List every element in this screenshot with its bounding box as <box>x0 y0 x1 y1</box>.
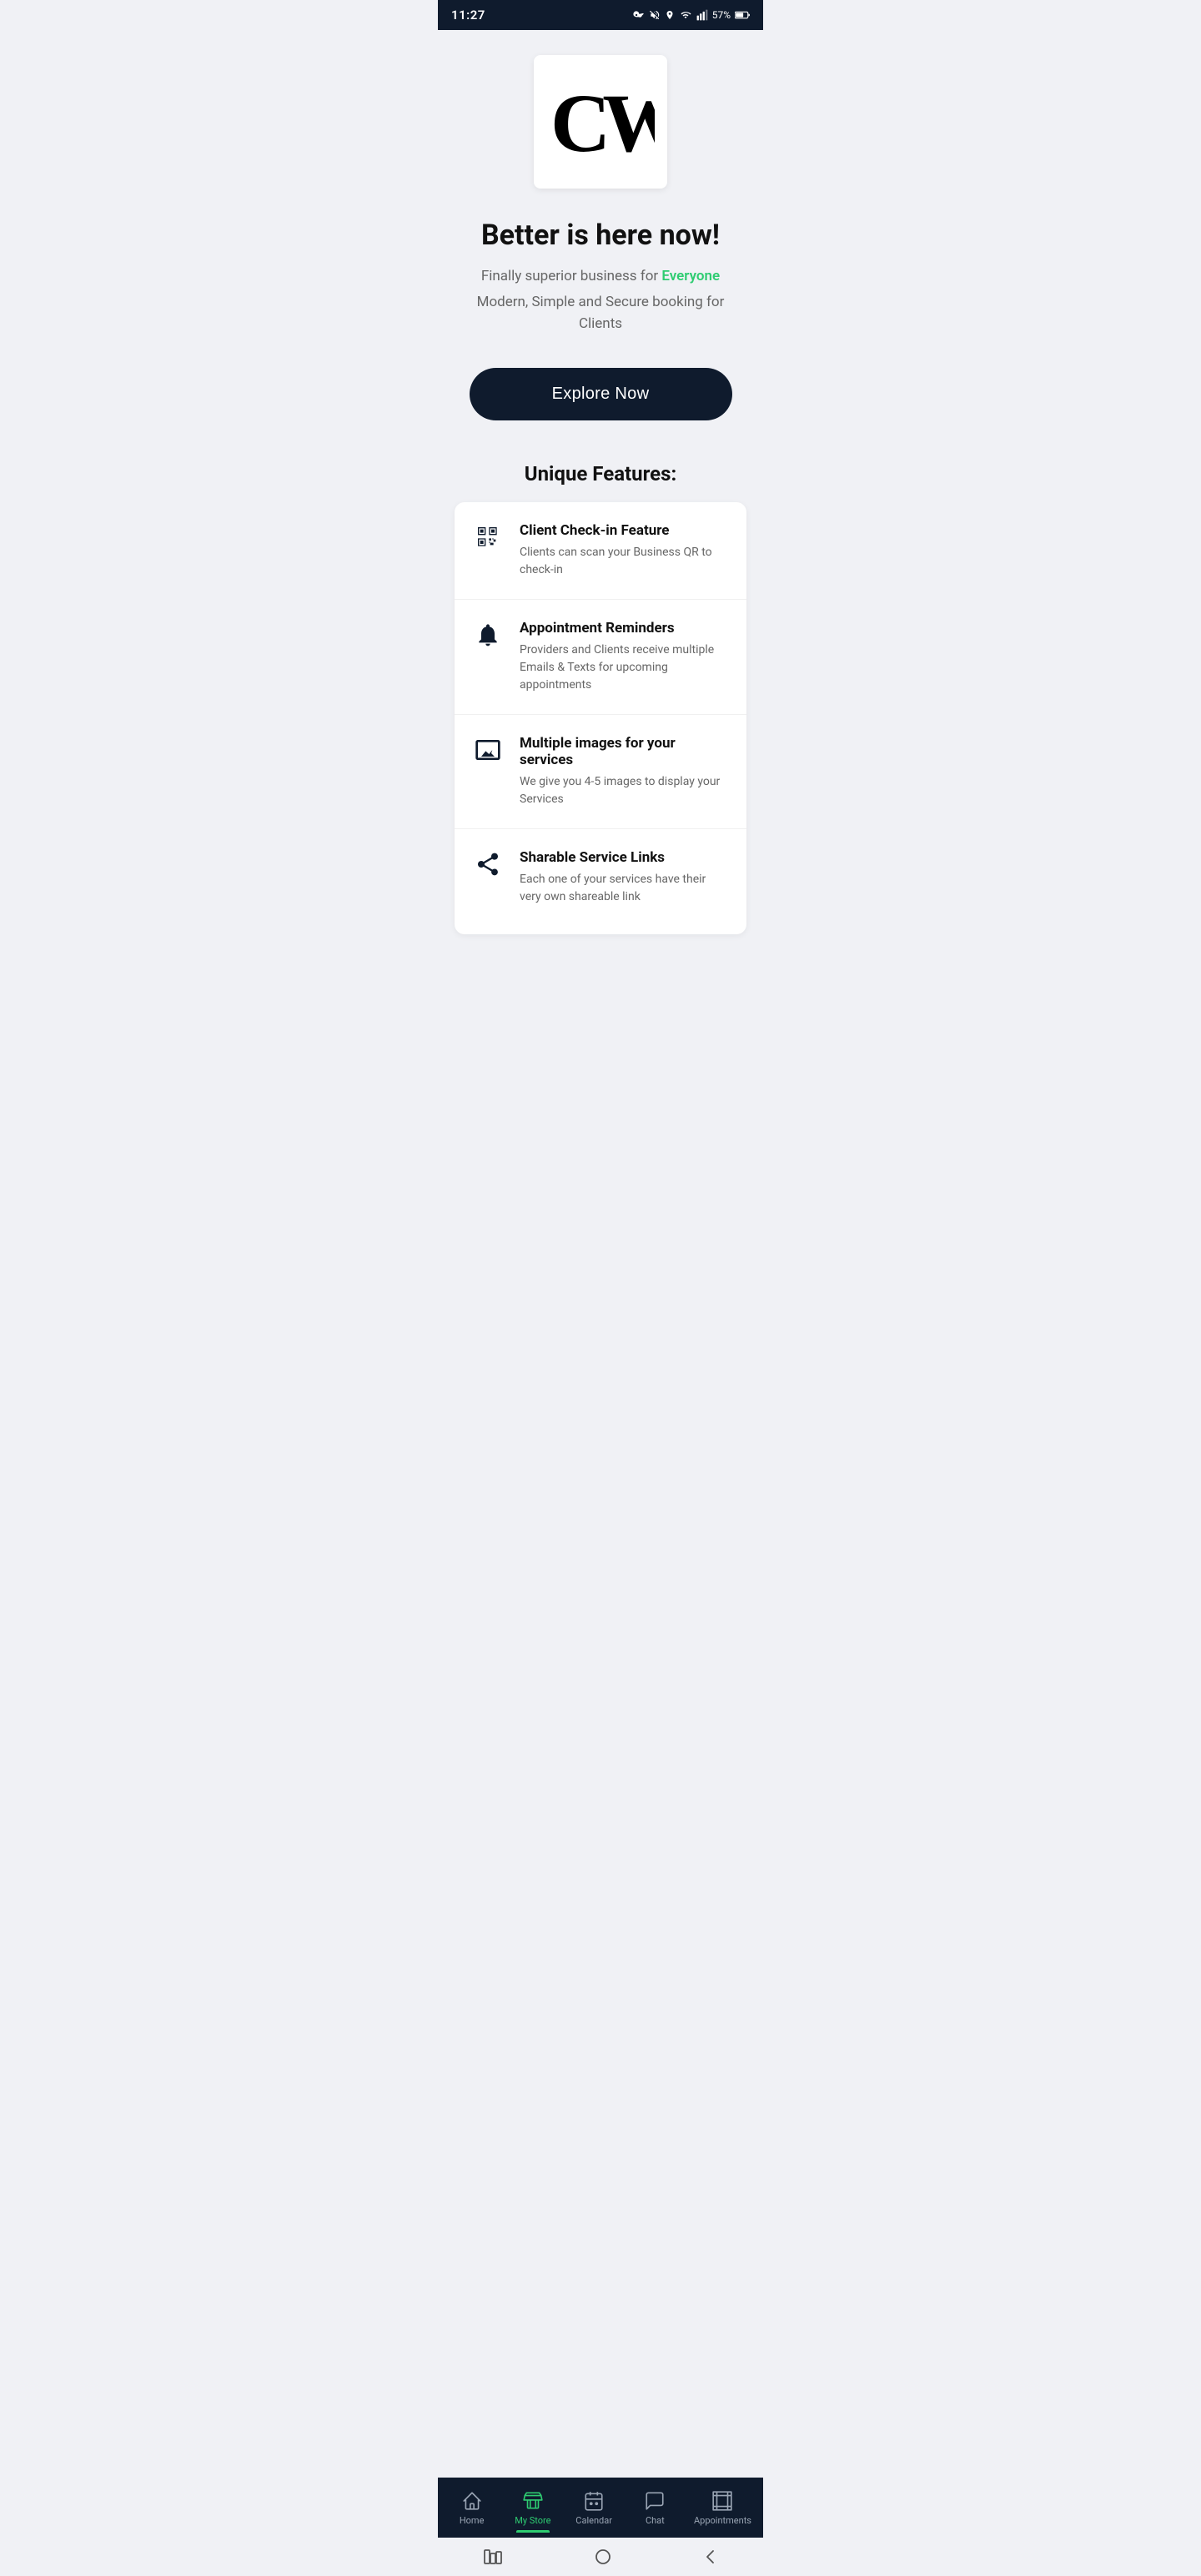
feature-images: Multiple images for your services We giv… <box>455 715 746 829</box>
explore-now-button[interactable]: Explore Now <box>470 368 732 420</box>
feature-links-text: Sharable Service Links Each one of your … <box>520 849 730 906</box>
image-icon <box>471 737 505 763</box>
battery-text: 57% <box>712 9 731 21</box>
home-button[interactable] <box>594 2548 612 2566</box>
back-arrow-icon <box>704 2548 717 2566</box>
status-icons: 57% <box>633 9 750 21</box>
main-content: CW Better is here now! Finally superior … <box>438 30 763 2478</box>
back-button[interactable] <box>704 2548 717 2566</box>
hero-subtitle: Finally superior business for Everyone <box>481 266 720 288</box>
nav-label-home: Home <box>460 2515 485 2526</box>
chat-icon <box>644 2490 666 2512</box>
key-icon <box>633 9 645 21</box>
status-time: 11:27 <box>451 8 485 23</box>
feature-links: Sharable Service Links Each one of your … <box>455 829 746 926</box>
home-icon <box>461 2490 483 2512</box>
nav-item-appointments[interactable]: Appointments <box>686 2483 760 2533</box>
home-gesture-icon <box>594 2548 612 2566</box>
nav-item-home[interactable]: Home <box>441 2483 502 2533</box>
wifi-icon <box>679 10 692 20</box>
signal-icon <box>696 9 708 21</box>
nav-label-appointments: Appointments <box>694 2515 751 2526</box>
share-icon <box>471 851 505 878</box>
nav-item-calendar[interactable]: Calendar <box>564 2483 625 2533</box>
nav-label-my-store: My Store <box>515 2515 550 2526</box>
hero-title: Better is here now! <box>481 219 720 253</box>
nav-item-my-store[interactable]: My Store <box>502 2483 563 2533</box>
features-title: Unique Features: <box>525 462 676 486</box>
hero-subtitle2: Modern, Simple and Secure booking for Cl… <box>455 292 746 335</box>
recent-apps-icon <box>484 2549 502 2564</box>
feature-reminders: Appointment Reminders Providers and Clie… <box>455 600 746 715</box>
nav-item-chat[interactable]: Chat <box>625 2483 686 2533</box>
logo-text: CW <box>546 72 655 173</box>
logo-container: CW <box>534 55 667 189</box>
mute-icon <box>649 9 661 21</box>
nav-label-chat: Chat <box>646 2515 665 2526</box>
feature-checkin: Client Check-in Feature Clients can scan… <box>455 502 746 600</box>
qr-code-icon <box>471 524 505 551</box>
features-list: Client Check-in Feature Clients can scan… <box>455 502 746 934</box>
location-icon <box>665 9 675 21</box>
feature-checkin-text: Client Check-in Feature Clients can scan… <box>520 522 730 579</box>
bottom-nav: Home My Store Calendar Chat Appointments <box>438 2478 763 2538</box>
status-bar: 11:27 57% <box>438 0 763 30</box>
bell-icon <box>471 621 505 648</box>
svg-text:CW: CW <box>550 77 655 164</box>
battery-icon <box>735 10 750 20</box>
feature-images-text: Multiple images for your services We giv… <box>520 735 730 808</box>
nav-label-calendar: Calendar <box>575 2515 612 2526</box>
logo-svg: CW <box>546 72 655 164</box>
appointments-icon <box>711 2490 733 2512</box>
system-nav <box>438 2538 763 2576</box>
store-icon <box>522 2490 544 2512</box>
calendar-icon <box>583 2490 605 2512</box>
recent-apps-button[interactable] <box>484 2549 502 2564</box>
feature-reminders-text: Appointment Reminders Providers and Clie… <box>520 620 730 694</box>
